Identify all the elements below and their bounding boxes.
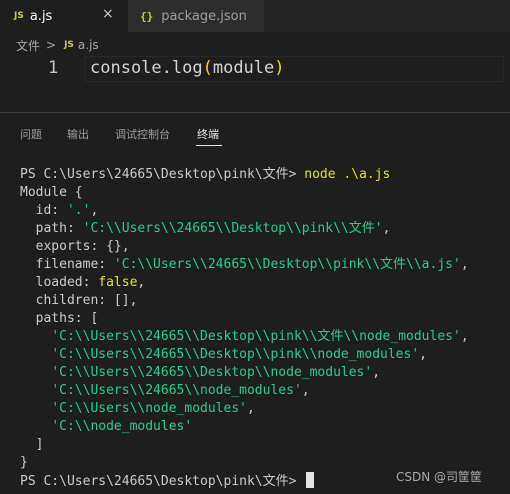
punct: ,	[90, 203, 99, 218]
code-open-paren: (	[202, 58, 213, 78]
code-function: console.log	[90, 58, 203, 78]
terminal-prompt: PS C:\Users\24665\Desktop\pink\文件>	[20, 474, 305, 489]
terminal-line: ]	[20, 437, 44, 452]
boolean-value: false	[98, 275, 138, 290]
terminal-line: 'C:\\Users\\24665\\node_modules',	[20, 382, 500, 400]
key: id:	[20, 203, 67, 218]
terminal-command: node .\a.js	[304, 167, 391, 182]
terminal-line: paths: [	[20, 311, 99, 326]
terminal-line: filename: 'C:\\Users\\24665\\Desktop\\pi…	[20, 256, 500, 274]
punct: ,	[301, 383, 310, 398]
close-icon[interactable]: ×	[102, 6, 114, 22]
terminal-output[interactable]: PS C:\Users\24665\Desktop\pink\文件> node …	[20, 166, 500, 490]
tab-terminal[interactable]: 终端	[197, 126, 219, 142]
terminal-line: children: [],	[20, 293, 138, 308]
breadcrumb-folder[interactable]: 文件	[16, 37, 40, 54]
string-value: 'C:\\Users\\24665\\node_modules'	[51, 383, 302, 398]
key: loaded:	[20, 275, 99, 290]
punct: ,	[137, 275, 146, 290]
watermark: CSDN @司筐筐	[396, 470, 483, 484]
string-value: 'C:\\Users\\24665\\Desktop\\pink\\文件'	[82, 221, 383, 236]
terminal-line: Module {	[20, 185, 83, 200]
active-tab-indicator	[196, 145, 222, 146]
tab-label: package.json	[161, 8, 247, 24]
json-file-icon: {}	[140, 9, 154, 23]
terminal-line: 'C:\\Users\\24665\\Desktop\\pink\\文件\\no…	[20, 328, 500, 346]
code-line[interactable]: console.log(module)	[90, 58, 285, 78]
string-value: 'C:\\Users\\node_modules'	[51, 401, 247, 416]
terminal-line: 'C:\\Users\\24665\\Desktop\\pink\\node_m…	[20, 346, 500, 364]
code-argument: module	[212, 58, 275, 78]
chevron-right-icon: >	[46, 38, 57, 52]
punct: ,	[419, 347, 427, 362]
terminal-prompt: PS C:\Users\24665\Desktop\pink\文件>	[20, 167, 305, 182]
tab-debug-console[interactable]: 调试控制台	[115, 126, 170, 142]
javascript-file-icon: JS	[14, 11, 24, 21]
code-editor[interactable]: 1 console.log(module)	[0, 56, 510, 84]
terminal-line: loaded: false,	[20, 274, 500, 292]
terminal-line: 'C:\\Users\\24665\\Desktop\\node_modules…	[20, 364, 500, 382]
terminal-line: 'C:\\node_modules'	[20, 418, 500, 436]
punct: ,	[460, 329, 469, 344]
punct: ,	[460, 257, 469, 272]
string-value: '.'	[66, 203, 91, 218]
javascript-file-icon: JS	[64, 40, 74, 50]
terminal-cursor	[306, 472, 315, 488]
tab-a-js[interactable]: JS a.js ×	[0, 0, 128, 32]
key: path:	[20, 221, 83, 236]
breadcrumb: 文件 > JS a.js	[16, 36, 99, 54]
line-number: 1	[48, 58, 59, 78]
string-value: 'C:\\Users\\24665\\Desktop\\pink\\node_m…	[51, 347, 420, 362]
tab-label: a.js	[29, 8, 53, 24]
terminal-line: id: '.',	[20, 202, 500, 220]
tab-problems[interactable]: 问题	[20, 126, 42, 142]
punct: ,	[382, 221, 391, 236]
string-value: 'C:\\Users\\24665\\Desktop\\pink\\文件\\a.…	[113, 257, 461, 272]
terminal-line: exports: {},	[20, 239, 130, 254]
terminal-line: path: 'C:\\Users\\24665\\Desktop\\pink\\…	[20, 220, 500, 238]
tab-package-json[interactable]: {} package.json	[128, 0, 264, 32]
editor-tab-bar: JS a.js × {} package.json	[0, 0, 510, 32]
string-value: 'C:\\Users\\24665\\Desktop\\pink\\文件\\no…	[51, 329, 461, 344]
panel-divider	[0, 112, 510, 113]
tab-output[interactable]: 输出	[67, 126, 89, 142]
terminal-prompt-line: PS C:\Users\24665\Desktop\pink\文件> node …	[20, 166, 500, 184]
breadcrumb-file[interactable]: a.js	[78, 38, 99, 52]
punct: ,	[372, 365, 381, 380]
key: filename:	[20, 257, 114, 272]
string-value: 'C:\\Users\\24665\\Desktop\\node_modules…	[51, 365, 373, 380]
string-value: 'C:\\node_modules'	[51, 419, 193, 434]
panel-tabs: 问题 输出 调试控制台 终端	[0, 114, 510, 150]
terminal-line: 'C:\\Users\\node_modules',	[20, 400, 500, 418]
punct: ,	[246, 401, 255, 416]
code-close-paren: )	[274, 58, 285, 78]
